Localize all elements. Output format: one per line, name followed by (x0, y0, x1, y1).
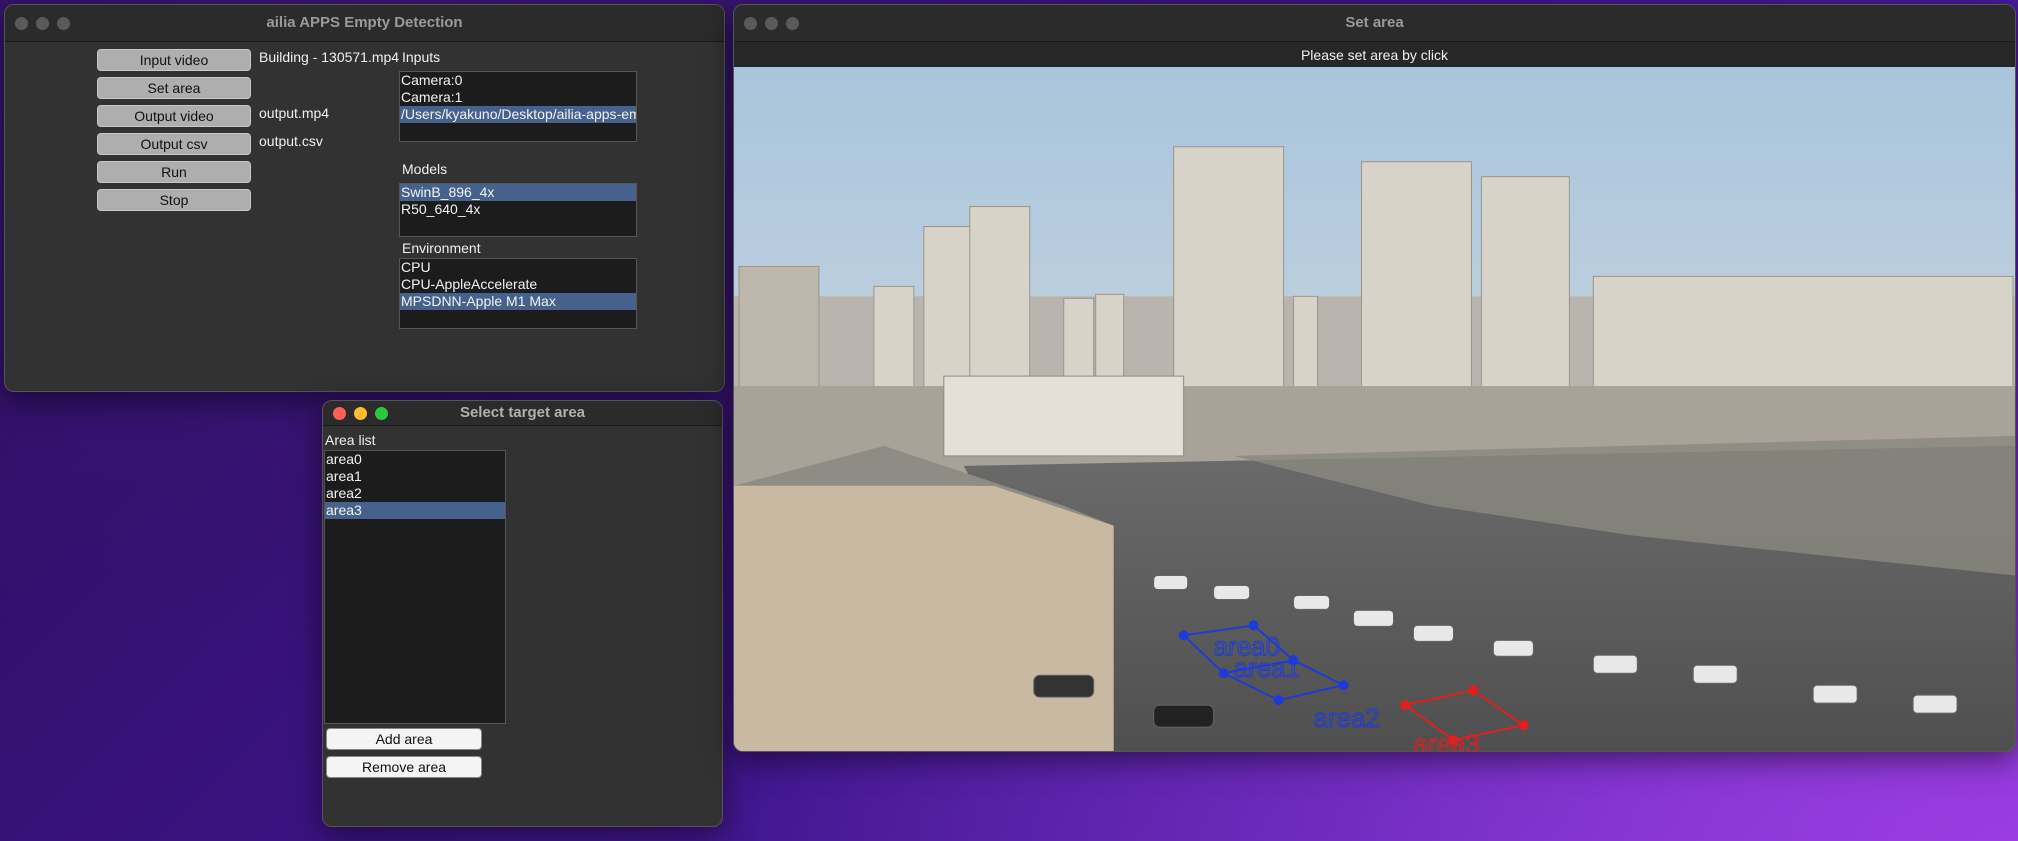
window-title: ailia APPS Empty Detection (266, 14, 463, 31)
remove-area-button[interactable]: Remove area (326, 756, 482, 778)
input-video-button[interactable]: Input video (97, 49, 251, 71)
overlay-label-area3: area3 (1413, 731, 1479, 752)
environment-label: Environment (402, 240, 481, 256)
set-area-window: Set area Please set area by click area0 … (733, 4, 2016, 752)
area-list[interactable]: area0 area1 area2 area3 (324, 450, 506, 724)
list-item[interactable]: CPU (400, 259, 636, 276)
output-csv-button[interactable]: Output csv (97, 133, 251, 155)
list-item[interactable]: area2 (325, 485, 505, 502)
output-video-value: output.mp4 (259, 105, 330, 121)
inputs-list[interactable]: Camera:0 Camera:1 /Users/kyakuno/Desktop… (399, 71, 637, 142)
list-item[interactable]: area3 (325, 502, 505, 519)
list-item[interactable]: MPSDNN-Apple M1 Max (400, 293, 636, 310)
output-video-button[interactable]: Output video (97, 105, 251, 127)
main-window: ailia APPS Empty Detection Input video S… (4, 4, 725, 392)
set-area-button[interactable]: Set area (97, 77, 251, 99)
main-titlebar: ailia APPS Empty Detection (5, 5, 724, 42)
overlay-label-area1: area1 (1234, 655, 1300, 683)
list-item[interactable]: area0 (325, 451, 505, 468)
list-item[interactable]: Camera:0 (400, 72, 636, 89)
area-list-label: Area list (325, 432, 376, 448)
instruction-text: Please set area by click (734, 42, 2015, 70)
run-button[interactable]: Run (97, 161, 251, 183)
stop-button[interactable]: Stop (97, 189, 251, 211)
input-video-value: Building - 130571.mp4 (259, 49, 400, 65)
list-item[interactable]: R50_640_4x (400, 201, 636, 218)
window-title: Set area (1345, 14, 1404, 31)
list-item[interactable]: SwinB_896_4x (400, 184, 636, 201)
list-item[interactable]: Camera:1 (400, 89, 636, 106)
set-area-titlebar: Set area (734, 5, 2015, 42)
list-item[interactable]: area1 (325, 468, 505, 485)
list-item[interactable]: /Users/kyakuno/Desktop/ailia-apps-em (400, 106, 636, 123)
list-item[interactable]: CPU-AppleAccelerate (400, 276, 636, 293)
select-area-titlebar: Select target area (323, 401, 722, 426)
models-label: Models (402, 161, 448, 177)
add-area-button[interactable]: Add area (326, 728, 482, 750)
window-title: Select target area (459, 404, 586, 421)
select-area-window: Select target area Area list area0 area1… (322, 400, 723, 827)
inputs-label: Inputs (402, 49, 441, 65)
environment-list[interactable]: CPU CPU-AppleAccelerate MPSDNN-Apple M1 … (399, 258, 637, 329)
video-frame[interactable]: area0 area1 area2 area3 (734, 67, 2015, 752)
models-list[interactable]: SwinB_896_4x R50_640_4x (399, 183, 637, 237)
foreground-building (734, 485, 1114, 751)
overlay-label-area2: area2 (1314, 705, 1380, 733)
garage-building (943, 375, 1185, 457)
output-csv-value: output.csv (259, 133, 323, 149)
